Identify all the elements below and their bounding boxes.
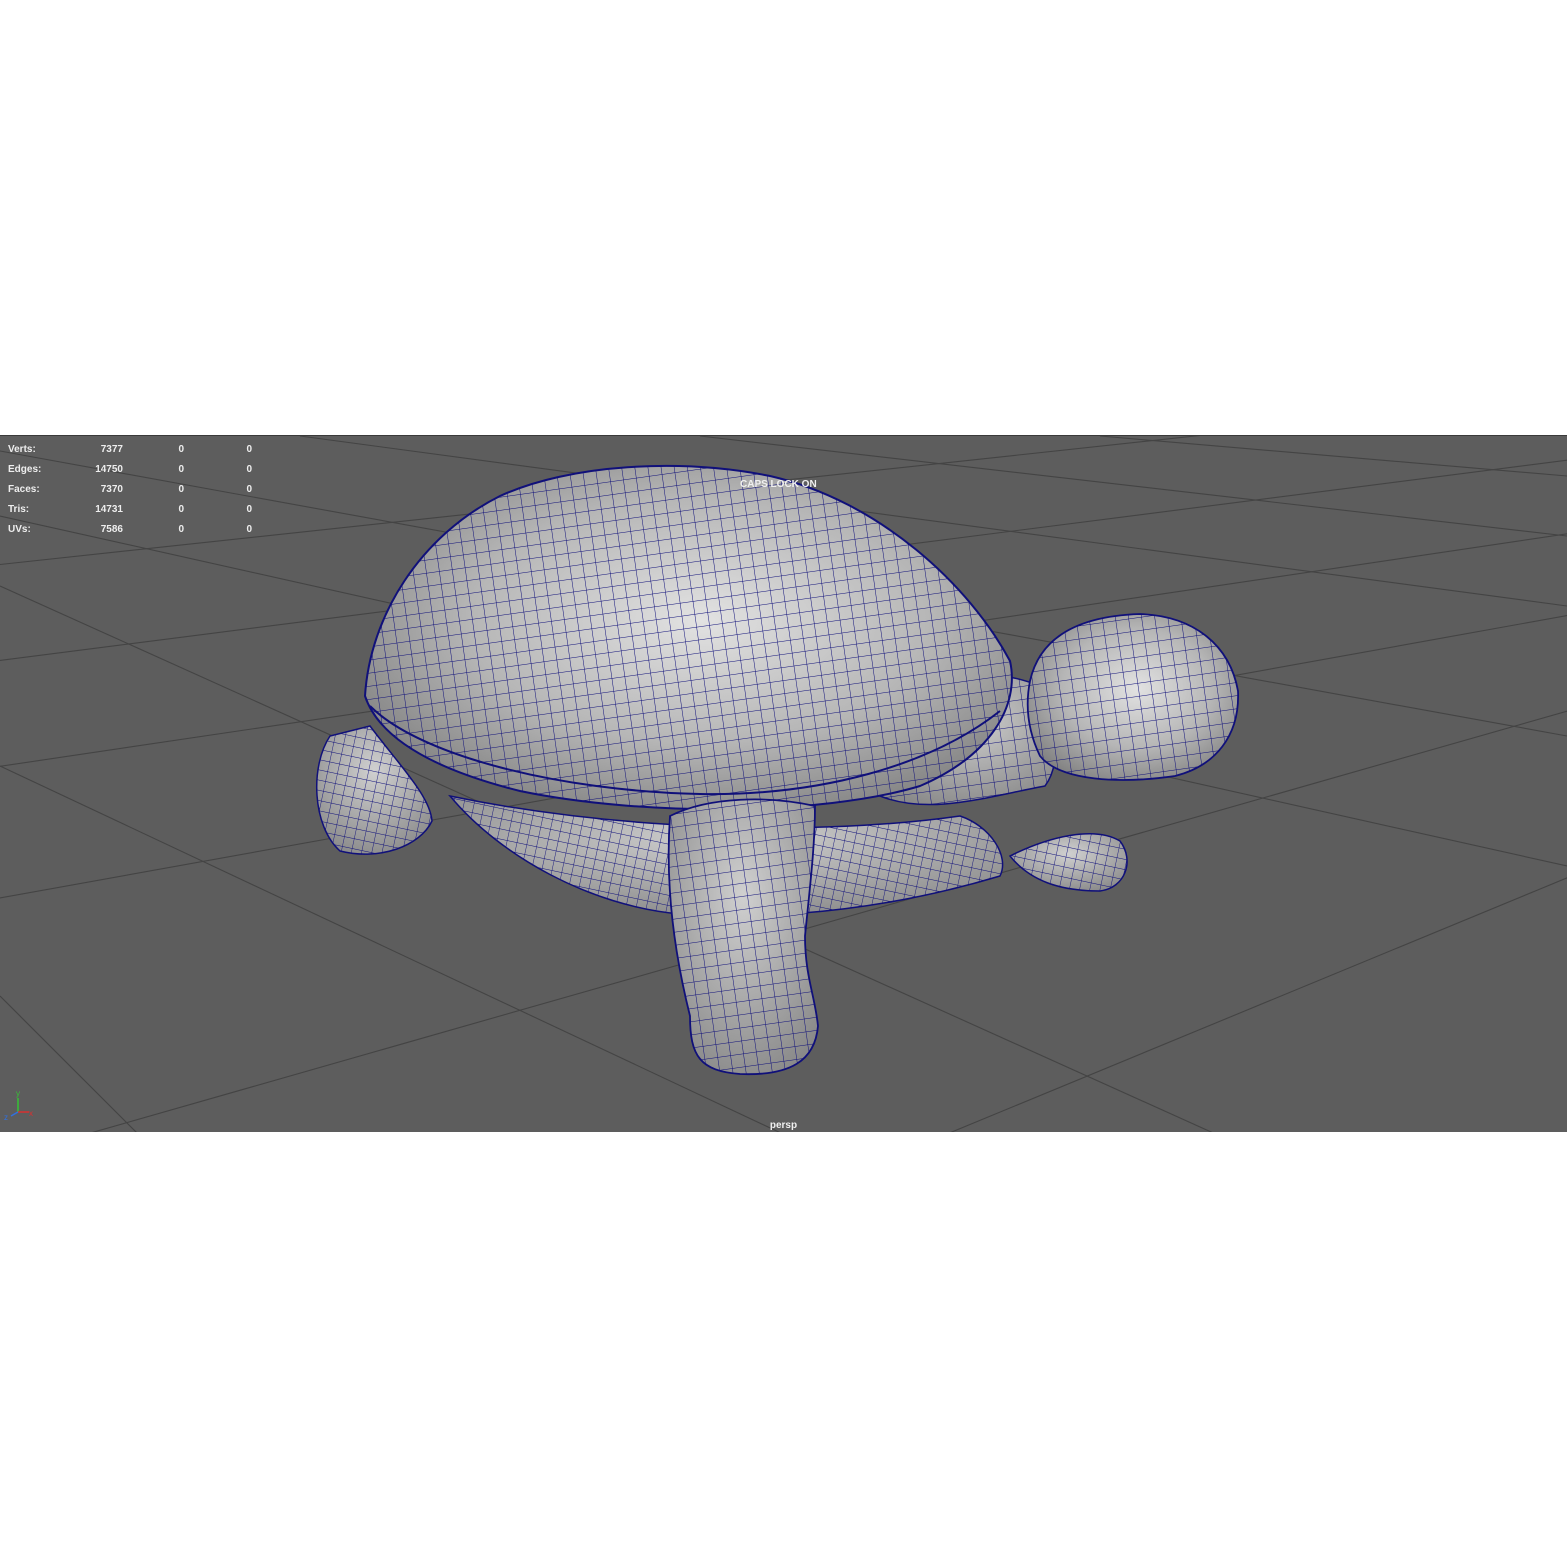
scene-view[interactable] bbox=[0, 436, 1567, 1132]
axis-x-label: x bbox=[29, 1109, 33, 1118]
axis-gizmo-icon: y z x bbox=[4, 1089, 33, 1122]
hud-label: Edges: bbox=[8, 464, 42, 475]
turtle-front-leg bbox=[667, 798, 819, 1076]
hud-value: 0 bbox=[246, 484, 252, 495]
hud-label: UVs: bbox=[8, 524, 31, 535]
hud-row-uvs: UVs: 7586 0 0 bbox=[8, 520, 268, 540]
hud-value: 0 bbox=[178, 484, 184, 495]
hud-value: 14731 bbox=[95, 504, 123, 515]
viewport-persp[interactable]: Verts: 7377 0 0 Edges: 14750 0 0 Faces: … bbox=[0, 435, 1567, 1132]
hud-row-verts: Verts: 7377 0 0 bbox=[8, 440, 268, 460]
hud-value: 0 bbox=[178, 464, 184, 475]
poly-count-hud: Verts: 7377 0 0 Edges: 14750 0 0 Faces: … bbox=[8, 440, 268, 540]
hud-row-faces: Faces: 7370 0 0 bbox=[8, 480, 268, 500]
hud-value: 0 bbox=[178, 444, 184, 455]
caps-lock-indicator: CAPS LOCK ON bbox=[740, 479, 817, 490]
axis-y-label: y bbox=[16, 1089, 20, 1098]
hud-row-edges: Edges: 14750 0 0 bbox=[8, 460, 268, 480]
hud-value: 0 bbox=[246, 464, 252, 475]
hud-value: 7586 bbox=[100, 524, 123, 535]
hud-label: Tris: bbox=[8, 504, 30, 515]
hud-value: 0 bbox=[246, 504, 252, 515]
turtle-right-rear-leg bbox=[1008, 833, 1128, 892]
turtle-head bbox=[1026, 613, 1239, 781]
hud-label: Verts: bbox=[8, 444, 36, 455]
turtle-shell bbox=[363, 464, 1013, 811]
hud-value: 0 bbox=[178, 524, 184, 535]
hud-value: 0 bbox=[178, 504, 184, 515]
hud-label: Faces: bbox=[8, 484, 40, 495]
hud-value: 0 bbox=[246, 524, 252, 535]
hud-value: 14750 bbox=[95, 464, 123, 475]
hud-value: 7377 bbox=[100, 444, 123, 455]
hud-row-tris: Tris: 14731 0 0 bbox=[8, 500, 268, 520]
camera-label: persp bbox=[769, 1120, 798, 1131]
hud-value: 7370 bbox=[100, 484, 123, 495]
hud-value: 0 bbox=[246, 444, 252, 455]
